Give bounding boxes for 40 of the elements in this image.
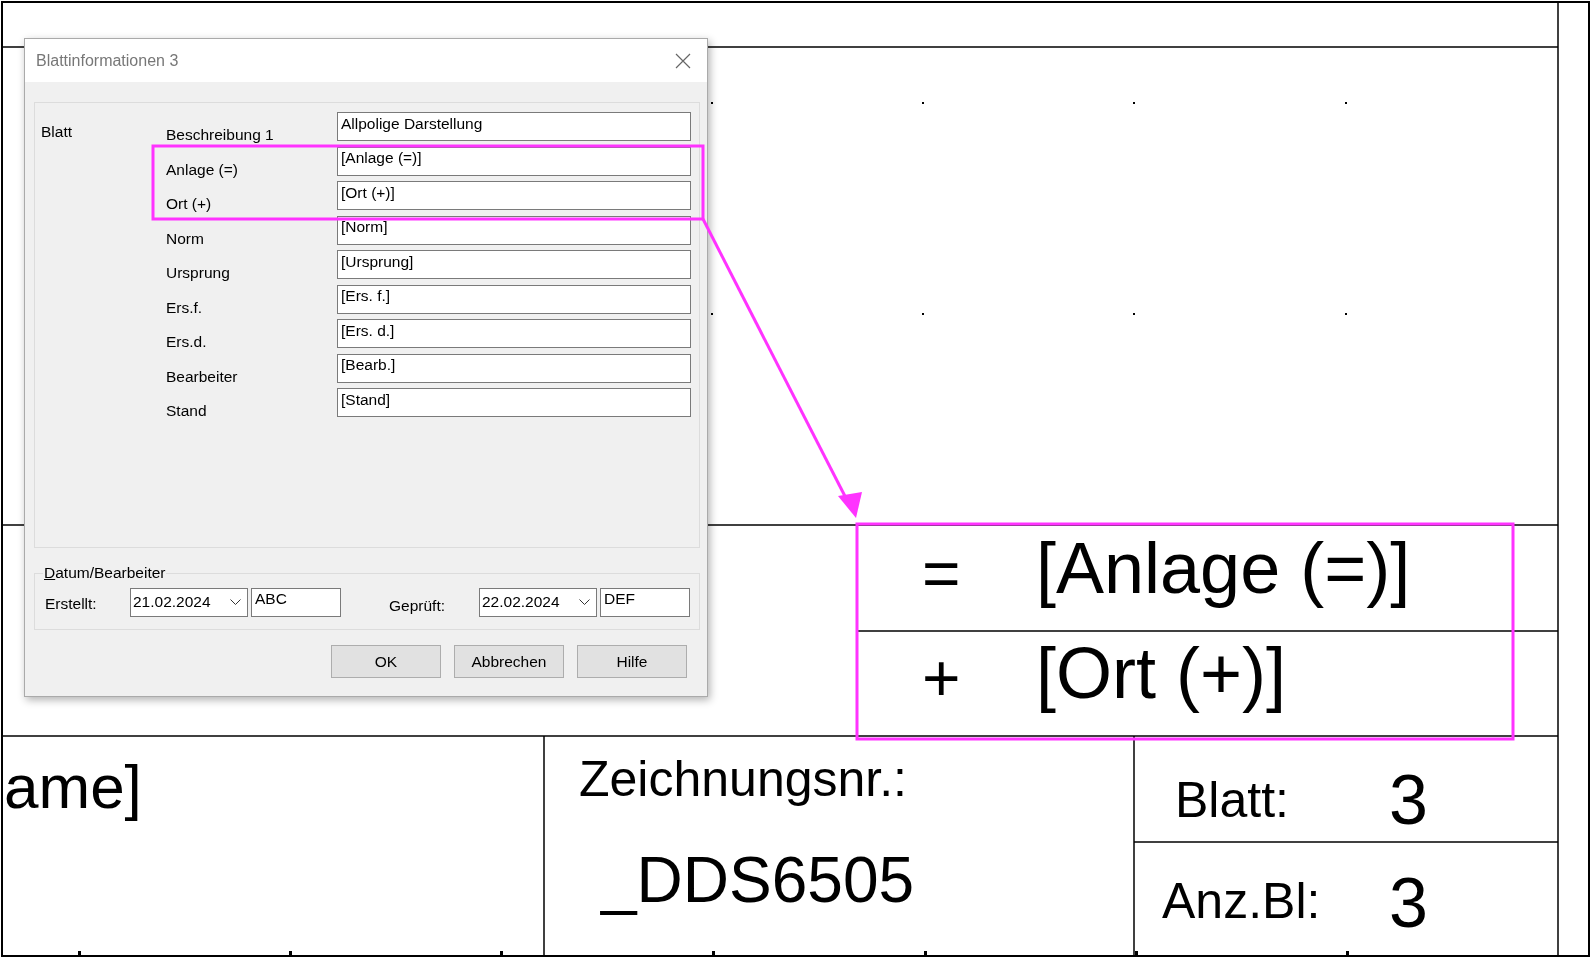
dialog-button[interactable]: Hilfe: [577, 645, 687, 678]
field-label: Ers.d.: [166, 333, 208, 351]
designation-symbol: +: [922, 645, 961, 711]
dialog-button[interactable]: OK: [331, 645, 441, 678]
group-legend: Datum/Bearbeiter: [43, 564, 167, 582]
text-field[interactable]: [Anlage (=)]: [337, 146, 691, 176]
text-field[interactable]: [Ursprung]: [337, 250, 691, 279]
drawing-number-label: Zeichnungsnr.:: [579, 754, 907, 804]
text-field[interactable]: Allpolige Darstellung: [337, 112, 691, 141]
dialog-button[interactable]: Abbrechen: [454, 645, 564, 678]
field-label: Anlage (=): [166, 160, 239, 179]
field-label: Norm: [166, 229, 205, 248]
date-label: Erstellt:: [45, 594, 98, 613]
date-label: Geprüft:: [389, 596, 446, 615]
date-dropdown[interactable]: 22.02.2024: [479, 587, 597, 617]
field-label: Beschreibung 1: [166, 126, 275, 144]
initials-field[interactable]: DEF: [600, 587, 690, 617]
sheet-count: 3: [1389, 868, 1428, 938]
sheet-label: Blatt:: [1175, 775, 1289, 825]
chevron-down-icon: [579, 598, 590, 606]
section-label: Blatt: [41, 122, 73, 142]
field-label: Stand: [166, 402, 208, 420]
field-label: Ursprung: [166, 264, 231, 282]
text-field[interactable]: [Bearb.]: [337, 353, 691, 383]
chevron-down-icon: [230, 598, 241, 606]
text-field[interactable]: [Ort (+)]: [337, 181, 691, 210]
close-icon[interactable]: [675, 52, 691, 69]
text-field[interactable]: [Norm]: [337, 215, 691, 245]
window-title: Blattinformationen 3: [36, 51, 179, 70]
field-label: Ort (+): [166, 195, 213, 213]
sheet-count-label: Anz.Bl:: [1162, 876, 1321, 926]
field-label: Bearbeiter: [166, 367, 239, 386]
sheet-number: 3: [1389, 765, 1428, 835]
initials-field[interactable]: ABC: [251, 587, 341, 617]
date-dropdown[interactable]: 21.02.2024: [130, 587, 248, 617]
text-field[interactable]: [Ers. f.]: [337, 284, 691, 314]
text-field[interactable]: [Ers. d.]: [337, 319, 691, 348]
field-label: Ers.f.: [166, 298, 204, 317]
text-field[interactable]: [Stand]: [337, 388, 691, 417]
designation-symbol: =: [922, 540, 961, 606]
